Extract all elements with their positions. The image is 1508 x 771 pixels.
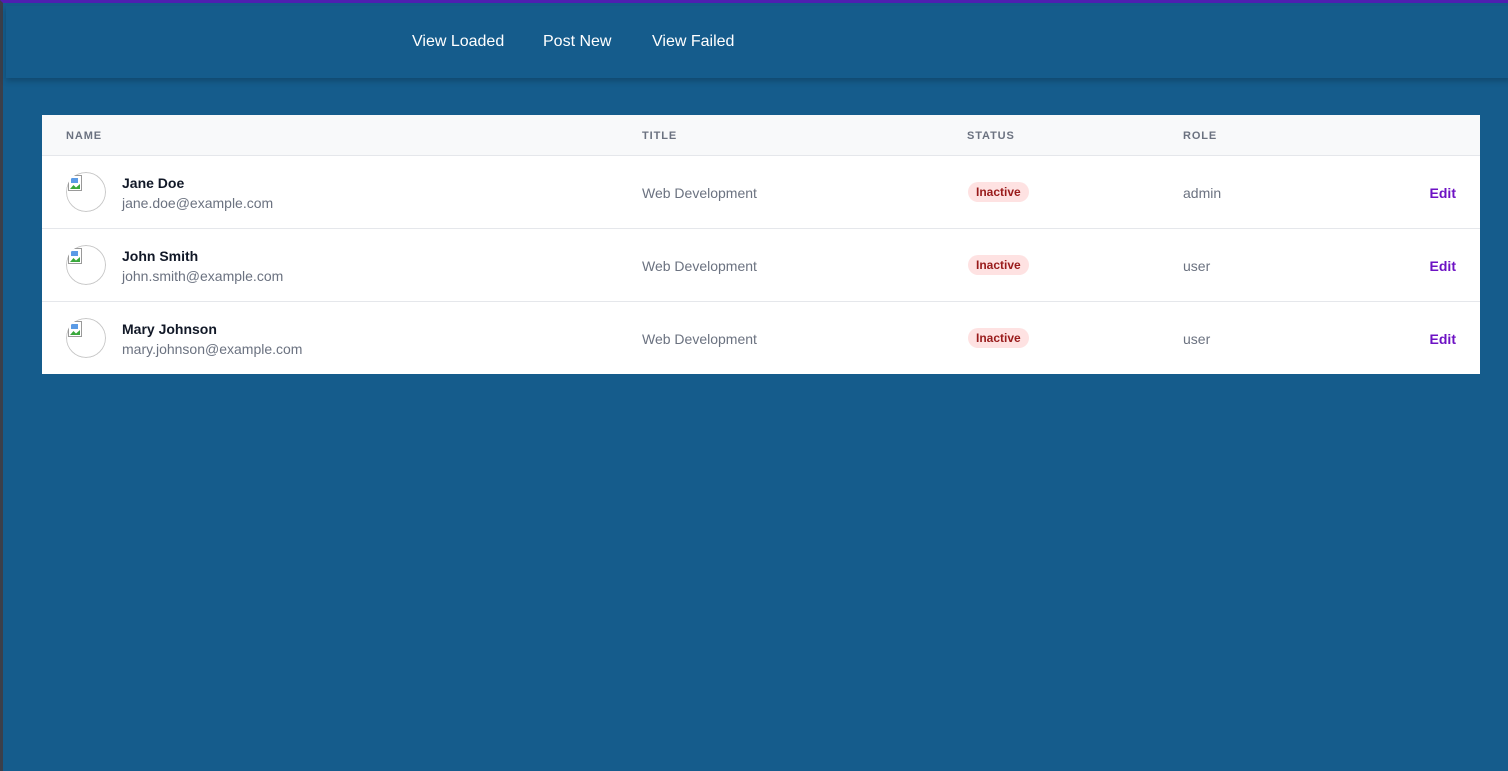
edit-button[interactable]: Edit xyxy=(1430,331,1456,347)
avatar xyxy=(66,172,106,212)
user-title: Web Development xyxy=(642,258,757,274)
user-name: Mary Johnson xyxy=(122,321,217,337)
status-badge: Inactive xyxy=(968,255,1029,275)
nav-post-new-link[interactable]: Post New xyxy=(543,33,611,51)
column-header-status: Status xyxy=(967,130,1015,142)
avatar xyxy=(66,245,106,285)
column-header-role: Role xyxy=(1183,130,1218,142)
status-badge: Inactive xyxy=(968,328,1029,348)
table-row: Jane Doe jane.doe@example.com Web Develo… xyxy=(42,156,1480,229)
user-role: user xyxy=(1183,331,1211,347)
edit-button[interactable]: Edit xyxy=(1430,258,1456,274)
nav-view-failed-link[interactable]: View Failed xyxy=(652,33,734,51)
user-email: mary.johnson@example.com xyxy=(122,341,303,357)
top-navbar: View Loaded Post New View Failed xyxy=(6,6,1508,78)
user-role: user xyxy=(1183,258,1211,274)
nav-view-loaded-link[interactable]: View Loaded xyxy=(412,33,504,51)
avatar xyxy=(66,318,106,358)
table-row: John Smith john.smith@example.com Web De… xyxy=(42,229,1480,302)
user-title: Web Development xyxy=(642,185,757,201)
column-header-name: Name xyxy=(66,130,102,142)
users-table: Name Title Status Role Jane Doe jane.doe… xyxy=(42,115,1480,374)
user-email: jane.doe@example.com xyxy=(122,195,274,211)
status-badge: Inactive xyxy=(968,182,1029,202)
user-role: admin xyxy=(1183,185,1222,201)
user-email: john.smith@example.com xyxy=(122,268,284,284)
table-header: Name Title Status Role xyxy=(42,115,1480,156)
table-row: Mary Johnson mary.johnson@example.com We… xyxy=(42,302,1480,375)
user-name: John Smith xyxy=(122,248,199,264)
user-name: Jane Doe xyxy=(122,175,185,191)
column-header-title: Title xyxy=(642,130,678,142)
edit-button[interactable]: Edit xyxy=(1430,185,1456,201)
user-title: Web Development xyxy=(642,331,757,347)
